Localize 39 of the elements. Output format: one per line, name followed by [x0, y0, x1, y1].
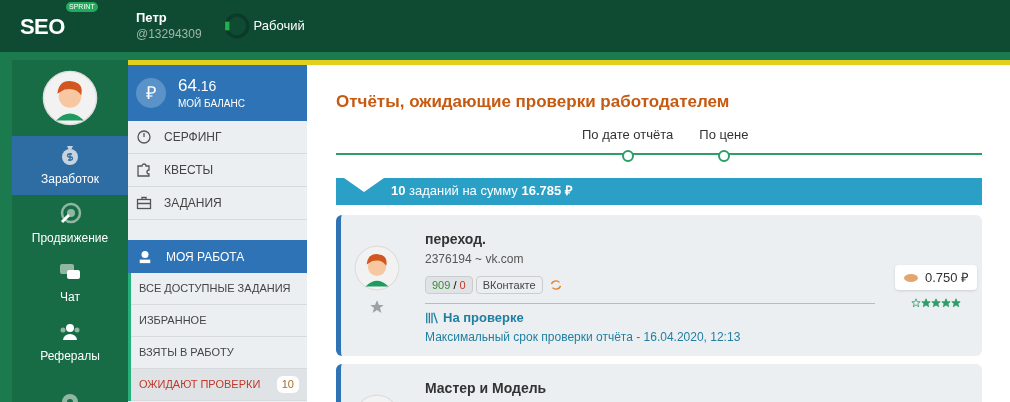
puzzle-icon	[136, 162, 152, 178]
task-title[interactable]: переход.	[425, 228, 886, 250]
price-tag: 0.750 ₽	[894, 264, 978, 291]
user-name[interactable]: Петр	[136, 10, 202, 27]
sort-option[interactable]: По цене	[699, 124, 749, 162]
rail-item[interactable]: Рефералы	[12, 313, 128, 372]
page-title: Отчёты, ожидающие проверки работодателем	[336, 91, 731, 113]
work-menu-item[interactable]: ОЖИДАЮТ ПРОВЕРКИ 10	[131, 369, 307, 401]
deadline-text: Максимальный срок проверки отчёта - 16.04.2020, 12:13	[425, 328, 742, 346]
logo[interactable]: SEO	[20, 9, 65, 43]
avatar-icon	[354, 244, 400, 291]
rail-item[interactable]: Заработок	[12, 136, 128, 195]
task-status: На проверке	[443, 309, 524, 327]
task-subtitle: 2376194 ~ vk.com	[425, 250, 525, 268]
user-id: @13294309	[136, 26, 202, 42]
briefcase-icon	[136, 195, 152, 211]
balance-label: МОЙ БАЛАНС	[178, 96, 245, 112]
books-icon	[425, 310, 439, 325]
sort-option[interactable]: По дате отчёта	[582, 124, 674, 162]
platform-badge: ВКонтакте	[475, 275, 543, 294]
avatar-icon	[42, 70, 98, 126]
clock-icon	[136, 129, 152, 145]
count-badge: 10	[276, 376, 299, 393]
target-icon	[58, 202, 82, 226]
section-title: МОЯ РАБОТА	[166, 248, 245, 266]
coin-icon	[902, 272, 919, 283]
star-icon[interactable]	[369, 298, 385, 315]
work-status[interactable]: Рабочий	[253, 16, 305, 36]
worker-icon	[138, 249, 152, 264]
ruble-icon: ₽	[136, 78, 166, 108]
summary-text: 10 заданий на сумму 16.785 ₽	[391, 182, 573, 201]
status-ring-icon	[223, 13, 250, 39]
repeat-icon	[548, 277, 563, 292]
task-title[interactable]: Мастер и Модель	[425, 377, 982, 399]
balance-amount: 64.16	[178, 74, 218, 97]
chevron-icon	[344, 177, 384, 192]
rating-badge: 909 / 0	[425, 275, 473, 294]
rail-item[interactable]: Чат	[12, 254, 128, 313]
rail-item[interactable]: Продвижение	[12, 195, 128, 254]
